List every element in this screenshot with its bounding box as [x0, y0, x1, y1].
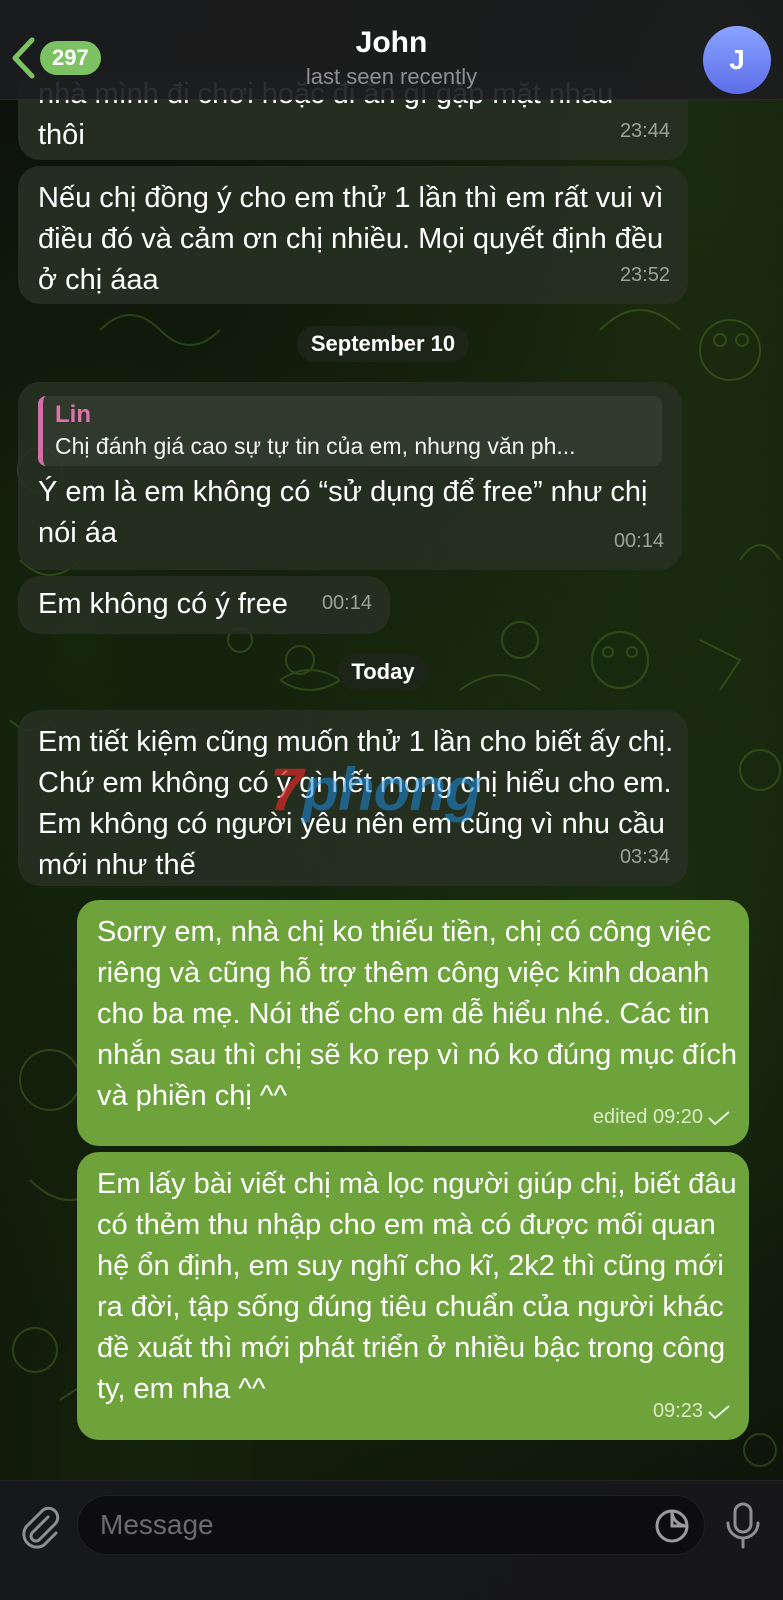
message-input-bar	[0, 1480, 783, 1600]
message-time: 23:52	[620, 255, 670, 296]
message-text: Em không có ý free	[38, 588, 288, 620]
read-check-icon	[708, 1404, 730, 1419]
message-bubble-incoming[interactable]: Lin Chị đánh giá cao sự tự tin của em, n…	[18, 382, 682, 570]
message-text: Sorry em, nhà chị ko thiếu tiền, chị có …	[97, 916, 737, 1112]
message-list[interactable]: nhà mình đi chơi hoặc đi ăn gì gặp mặt n…	[0, 0, 783, 1480]
message-time: 03:34	[620, 837, 670, 878]
time-label: 09:23	[652, 1400, 703, 1422]
chat-title-block[interactable]: John last seen recently	[0, 26, 783, 90]
reply-snippet: Chị đánh giá cao sự tự tin của em, nhưng…	[55, 433, 576, 459]
message-text: Ý em là em không có “sử dụng để free” nh…	[38, 476, 648, 549]
message-time: 00:14	[614, 521, 664, 562]
message-field[interactable]	[77, 1495, 705, 1555]
microphone-icon[interactable]	[723, 1501, 763, 1549]
avatar[interactable]: J	[703, 26, 771, 94]
sticker-icon[interactable]	[654, 1508, 690, 1544]
message-time: edited 09:20	[593, 1097, 731, 1138]
time-label: 03:34	[619, 846, 670, 868]
message-time: 00:14	[322, 583, 372, 624]
time-label: 23:52	[619, 264, 670, 286]
date-separator: Today	[337, 654, 429, 690]
message-bubble-outgoing[interactable]: Em lấy bài viết chị mà lọc người giúp ch…	[77, 1152, 749, 1440]
message-bubble-incoming[interactable]: Em không có ý free 00:14	[18, 576, 390, 634]
reply-author: Lin	[55, 401, 91, 428]
chat-status: last seen recently	[305, 64, 478, 89]
chat-title: John	[355, 26, 428, 59]
paperclip-icon[interactable]	[18, 1505, 62, 1549]
date-separator: September 10	[296, 326, 470, 362]
reply-preview[interactable]: Lin Chị đánh giá cao sự tự tin của em, n…	[38, 396, 662, 466]
chat-header: 297 John last seen recently J	[0, 0, 783, 100]
message-time: 23:44	[620, 111, 670, 152]
watermark-logo: 7phong	[270, 756, 482, 823]
time-label: 00:14	[321, 592, 372, 614]
time-label: 23:44	[619, 120, 670, 142]
time-label: 00:14	[613, 530, 664, 552]
read-check-icon	[708, 1110, 730, 1125]
message-text: Nếu chị đồng ý cho em thử 1 lần thì em r…	[38, 182, 664, 296]
message-bubble-outgoing[interactable]: Sorry em, nhà chị ko thiếu tiền, chị có …	[77, 900, 749, 1146]
message-time: 09:23	[653, 1391, 731, 1432]
message-input[interactable]	[100, 1509, 600, 1541]
time-label: edited 09:20	[592, 1106, 703, 1128]
message-text: Em lấy bài viết chị mà lọc người giúp ch…	[97, 1168, 737, 1405]
message-bubble-incoming[interactable]: Nếu chị đồng ý cho em thử 1 lần thì em r…	[18, 166, 688, 304]
